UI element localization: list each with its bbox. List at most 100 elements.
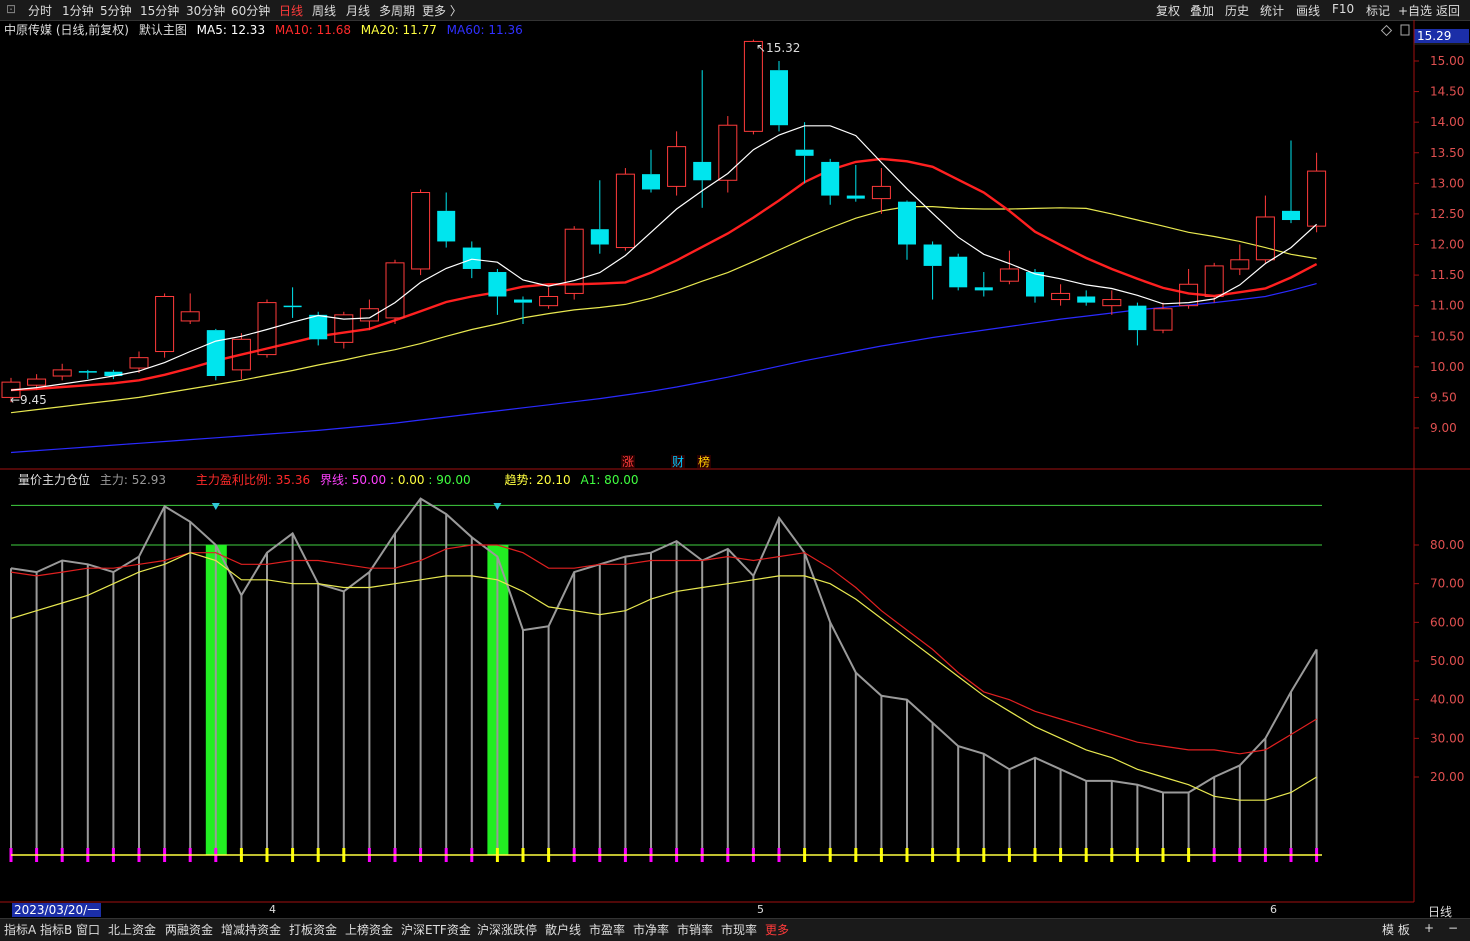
- y-axis-label-main: 14.00: [1430, 115, 1464, 129]
- y-axis-label-ind: 70.00: [1430, 577, 1464, 591]
- template-button[interactable]: 模 板: [1382, 921, 1410, 938]
- y-axis-label-main: 12.00: [1430, 238, 1464, 252]
- candle-down: [309, 314, 328, 340]
- profit-ratio-value: 主力盈利比例: 35.36: [195, 473, 311, 487]
- indicator-tab-12[interactable]: 市净率: [633, 921, 669, 938]
- candle-up: [1230, 259, 1250, 270]
- diamond-icon: [1380, 24, 1393, 37]
- indicator-tab-7[interactable]: 上榜资金: [345, 921, 393, 938]
- candle-down: [1128, 305, 1147, 331]
- candle-down: [770, 70, 788, 126]
- trend-value: 趋势: 20.10: [504, 473, 571, 487]
- indicator-tab-11[interactable]: 市盈率: [589, 921, 625, 938]
- y-axis-label-main: 13.00: [1430, 176, 1464, 190]
- candle-up: [539, 295, 559, 307]
- candle-down: [462, 247, 481, 269]
- candle-up: [1051, 292, 1071, 301]
- indicator-tab-0[interactable]: 指标A: [4, 921, 36, 938]
- candle-up: [27, 378, 47, 386]
- candle-down: [974, 287, 993, 291]
- candle-up: [359, 308, 379, 322]
- indicator-tab-bar: 模 板 + − 指标A 指标B 窗口 北上资金 两融资金 增减持资金 打板资金 上榜资金 沪深E…: [0, 918, 1470, 941]
- y-axis-label-main: 12.50: [1430, 207, 1464, 221]
- candle-down: [283, 305, 302, 308]
- candle-down: [590, 229, 609, 245]
- indicator-tab-8[interactable]: 沪深ETF资金: [401, 921, 471, 938]
- candle-down: [488, 272, 507, 297]
- candle-down: [1077, 296, 1096, 303]
- panel-icon: [1400, 24, 1410, 36]
- candle-up: [1102, 299, 1122, 307]
- indicator-tab-15[interactable]: 更多: [765, 921, 789, 938]
- a1-value: A1: 80.00: [580, 473, 639, 487]
- candle-down: [514, 299, 532, 303]
- candle-up: [385, 262, 405, 319]
- candle-down: [795, 149, 814, 156]
- indicator-tab-10[interactable]: 散户线: [545, 921, 581, 938]
- indicator-info: 量价主力仓位 主力: 52.93 主力盈利比例: 35.36 界线: 50.00…: [0, 471, 645, 487]
- candle-down: [206, 330, 225, 377]
- y-axis-label-main: 10.50: [1430, 329, 1464, 343]
- candle-up: [180, 311, 200, 322]
- candle-up: [155, 295, 175, 353]
- candle-up: [871, 185, 891, 200]
- y-axis-label-main: 11.50: [1430, 268, 1464, 282]
- kline-chart[interactable]: 15.00 14.50 14.00 13.50 13.00 12.50 12.00 11.50…: [0, 0, 1470, 940]
- y-axis-label-ind: 30.00: [1430, 731, 1464, 745]
- candle-up: [1307, 170, 1327, 227]
- candle-down: [642, 174, 660, 190]
- zhuli-value: 主力: 52.93: [99, 473, 167, 487]
- candle-up: [667, 146, 687, 187]
- date-cursor-box: 2023/03/20/一: [12, 903, 102, 917]
- event-marker: 涨: [622, 454, 634, 469]
- candle-up: [52, 369, 72, 377]
- y-axis-label-main: 11.00: [1430, 299, 1464, 313]
- candle-up: [1255, 216, 1275, 261]
- candle-down: [923, 244, 942, 266]
- candle-up: [411, 192, 431, 270]
- jiexian-value: 界线: 50.00: [319, 473, 387, 487]
- indicator-tab-1[interactable]: 指标B: [40, 921, 72, 938]
- y-axis-label-ind: 40.00: [1430, 693, 1464, 707]
- indicator-tab-14[interactable]: 市现率: [721, 921, 757, 938]
- candle-up: [615, 173, 635, 249]
- indicator-tab-5[interactable]: 增减持资金: [221, 921, 281, 938]
- y-axis-label-main: 9.50: [1430, 390, 1457, 404]
- candle-up: [1204, 265, 1224, 297]
- x-tick-may: 5: [757, 903, 764, 916]
- candle-down: [693, 161, 712, 181]
- x-tick-april: 4: [269, 903, 276, 916]
- indicator-tab-6[interactable]: 打板资金: [289, 921, 337, 938]
- y-axis-label-ind: 50.00: [1430, 654, 1464, 668]
- candle-up: [718, 124, 738, 181]
- y-axis-label-ind: 80.00: [1430, 538, 1464, 552]
- indicator-name[interactable]: 量价主力仓位: [18, 473, 90, 487]
- y-axis-label-ind: 60.00: [1430, 615, 1464, 629]
- high-price-label: ↖15.32: [756, 41, 800, 55]
- low-price-label: ←9.45: [10, 393, 47, 407]
- signal-arrow: [493, 503, 502, 510]
- candle-down: [437, 210, 456, 242]
- candle-up: [1153, 308, 1173, 331]
- event-marker: 榜: [698, 454, 710, 469]
- candle-down: [846, 195, 865, 199]
- y-axis-label-main: 10.00: [1430, 360, 1464, 374]
- v2-value: : 90.00: [428, 473, 471, 487]
- signal-arrow: [211, 503, 220, 510]
- y-axis-label-ind: 20.00: [1430, 770, 1464, 784]
- remove-window-button[interactable]: −: [1448, 921, 1458, 935]
- indicator-tab-3[interactable]: 北上资金: [108, 921, 156, 938]
- y-axis-label-main: 13.50: [1430, 146, 1464, 160]
- indicator-tab-2[interactable]: 窗口: [76, 921, 100, 938]
- indicator-tab-13[interactable]: 市销率: [677, 921, 713, 938]
- candle-down: [898, 201, 916, 245]
- indicator-tab-4[interactable]: 两融资金: [165, 921, 213, 938]
- add-window-button[interactable]: +: [1424, 921, 1434, 935]
- candle-down: [1282, 210, 1300, 221]
- y-axis-label-main: 14.50: [1430, 85, 1464, 99]
- event-marker: 财: [672, 455, 684, 469]
- candle-down: [78, 371, 97, 373]
- y-axis-label-main: 9.00: [1430, 421, 1457, 435]
- v1-value: : 0.00: [389, 473, 425, 487]
- indicator-tab-9[interactable]: 沪深涨跌停: [477, 921, 537, 938]
